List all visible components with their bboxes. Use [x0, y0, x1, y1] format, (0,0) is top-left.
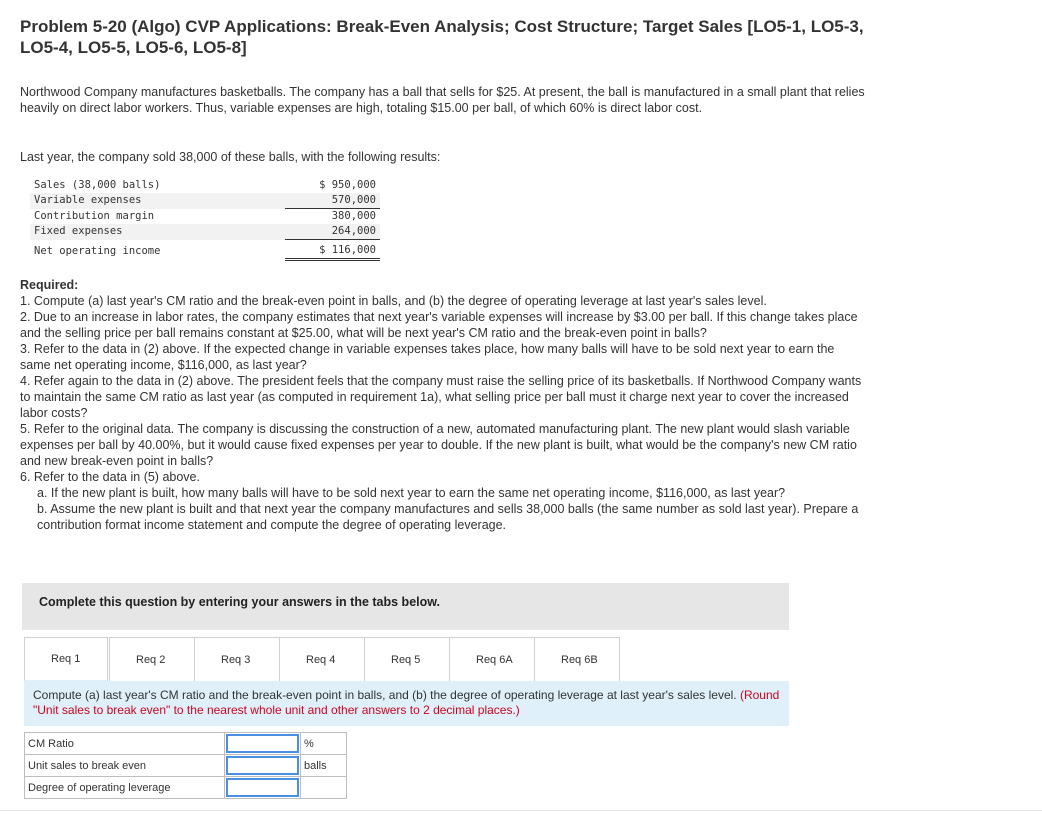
requirement-tabs: Req 1 Req 2 Req 3 Req 4 Req 5 Req 6A Req… — [24, 637, 620, 681]
divider — [0, 810, 1042, 811]
tab-req-4[interactable]: Req 4 — [279, 637, 365, 681]
statement-label: Net operating income — [34, 244, 161, 257]
tab-req-3[interactable]: Req 3 — [194, 637, 280, 681]
statement-amount: 570,000 — [285, 193, 380, 209]
required-heading: Required: — [20, 278, 79, 292]
answer-cell — [224, 732, 301, 755]
statement-row: Fixed expenses 264,000 — [30, 224, 380, 240]
statement-label: Variable expenses — [30, 193, 285, 209]
operating-leverage-input[interactable] — [226, 778, 299, 797]
statement-row: Net operating income $ 116,000 — [30, 239, 380, 261]
statement-amount: 264,000 — [285, 224, 380, 240]
statement-label: Contribution margin — [34, 209, 155, 222]
question-prompt: Compute (a) last year's CM ratio and the… — [24, 681, 789, 726]
answer-cell — [224, 754, 301, 777]
problem-intro: Northwood Company manufactures basketbal… — [20, 85, 865, 115]
required-item: 2. Due to an increase in labor rates, th… — [20, 310, 858, 340]
answer-unit: balls — [300, 754, 347, 777]
required-item: 6. Refer to the data in (5) above. — [20, 470, 200, 484]
required-item: 3. Refer to the data in (2) above. If th… — [20, 342, 835, 372]
tab-req-6b[interactable]: Req 6B — [534, 637, 620, 681]
statement-amount: $ 116,000 — [285, 239, 380, 261]
statement-label: Fixed expenses — [30, 224, 285, 240]
question-text: Compute (a) last year's CM ratio and the… — [33, 688, 737, 702]
required-sub-item: b. Assume the new plant is built and tha… — [37, 502, 859, 532]
required-section: Required: 1. Compute (a) last year's CM … — [20, 277, 865, 533]
tab-req-5[interactable]: Req 5 — [364, 637, 450, 681]
income-statement: Sales (38,000 balls) $ 950,000 Variable … — [30, 178, 380, 261]
last-year-text: Last year, the company sold 38,000 of th… — [20, 150, 441, 164]
statement-label: Sales (38,000 balls) — [34, 179, 161, 191]
answer-row-dol: Degree of operating leverage — [24, 776, 347, 799]
break-even-units-input[interactable] — [226, 756, 299, 775]
tab-req-6a[interactable]: Req 6A — [449, 637, 535, 681]
problem-title: Problem 5-20 (Algo) CVP Applications: Br… — [20, 17, 864, 57]
instruction-bar: Complete this question by entering your … — [22, 583, 789, 630]
answer-label: Unit sales to break even — [24, 754, 225, 777]
answer-label: Degree of operating leverage — [24, 776, 225, 799]
required-sub-item: a. If the new plant is built, how many b… — [37, 486, 786, 500]
required-item: 5. Refer to the original data. The compa… — [20, 422, 857, 468]
tab-req-2[interactable]: Req 2 — [109, 637, 195, 681]
tab-req-1[interactable]: Req 1 — [24, 637, 108, 681]
answer-unit — [300, 776, 347, 799]
answer-label: CM Ratio — [24, 732, 225, 755]
answer-cell — [224, 776, 301, 799]
statement-row: Contribution margin 380,000 — [30, 209, 380, 225]
cm-ratio-input[interactable] — [226, 734, 299, 753]
statement-amount: $ 950,000 — [319, 179, 376, 191]
answer-row-break-even: Unit sales to break even balls — [24, 754, 347, 777]
answer-row-cm-ratio: CM Ratio % — [24, 732, 347, 755]
answer-table: CM Ratio % Unit sales to break even ball… — [24, 732, 347, 799]
answer-unit: % — [300, 732, 347, 755]
statement-row: Variable expenses 570,000 — [30, 193, 380, 209]
required-item: 1. Compute (a) last year's CM ratio and … — [20, 294, 767, 308]
required-item: 4. Refer again to the data in (2) above.… — [20, 374, 862, 420]
statement-amount: 380,000 — [331, 210, 376, 222]
statement-row: Sales (38,000 balls) $ 950,000 — [30, 178, 380, 193]
